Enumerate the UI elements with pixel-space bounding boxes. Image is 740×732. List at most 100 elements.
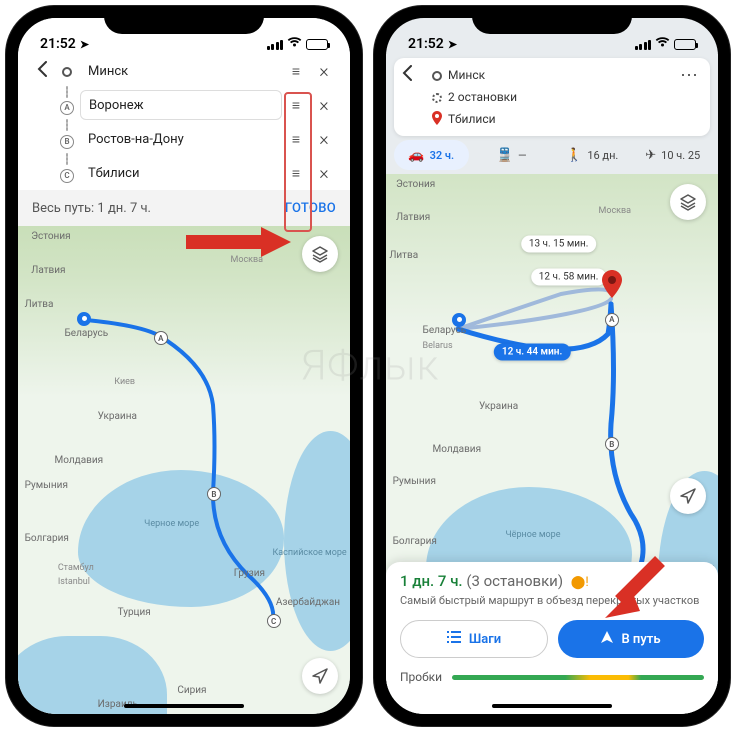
waypoint-marker-b[interactable]: B (605, 437, 619, 451)
cellular-icon (635, 40, 652, 50)
map-city-label: Киев (114, 377, 135, 387)
route-time-bubble-alt[interactable]: 12 ч. 58 мин. (531, 268, 607, 285)
mode-transit-duration: — (518, 149, 527, 162)
waypoint-marker-b[interactable]: B (207, 487, 221, 501)
plane-icon: ✈ (645, 148, 656, 163)
map-canvas[interactable]: Эстония Латвия Литва Москва Беларусь Bel… (386, 174, 718, 714)
map-layers-button[interactable] (670, 184, 706, 220)
car-icon: 🚗 (408, 148, 424, 163)
back-button[interactable] (402, 65, 426, 86)
home-indicator[interactable] (492, 704, 612, 708)
annotation-arrow (186, 224, 296, 260)
stops-count-label[interactable]: 2 остановки (448, 90, 702, 104)
map-country-label: Беларусь (423, 325, 467, 336)
location-services-icon: ➤ (80, 38, 89, 51)
screen-left: 21:52 ➤ (18, 18, 350, 714)
mode-walk-duration: 16 дн. (587, 149, 618, 162)
battery-icon (306, 39, 328, 50)
location-services-icon: ➤ (448, 38, 457, 51)
remove-stop-button[interactable]: × (310, 61, 338, 82)
wifi-icon (655, 37, 670, 52)
map-country-label: Латвия (31, 265, 65, 276)
origin-marker[interactable] (452, 313, 466, 327)
start-button-label: В путь (621, 632, 660, 647)
map-layers-button[interactable] (302, 236, 338, 272)
traffic-bar (452, 675, 704, 680)
navigate-icon (601, 631, 613, 647)
notch (472, 6, 632, 34)
status-time: 21:52 (408, 36, 444, 52)
drag-handle-icon[interactable]: ≡ (282, 165, 310, 182)
map-country-label: Эстония (396, 179, 435, 190)
map-country-label: Эстония (31, 231, 70, 242)
mode-walk-chip[interactable]: 🚶 16 дн. (555, 140, 630, 170)
origin-circle-icon (62, 67, 72, 77)
drag-handle-icon[interactable]: ≡ (282, 131, 310, 148)
map-country-label: Украина (479, 401, 518, 412)
mode-plane-duration: 10 ч. 25 (661, 149, 700, 162)
warning-icon: ⬤! (571, 575, 589, 590)
more-options-button[interactable]: ⋯ (676, 65, 702, 86)
stop-c-field[interactable]: Тбилиси (80, 158, 282, 188)
waypoint-marker-c[interactable]: C (267, 614, 281, 628)
remove-stop-button[interactable]: × (310, 129, 338, 150)
list-icon (447, 631, 461, 647)
phone-left: 21:52 ➤ (6, 6, 362, 726)
remove-stop-button[interactable]: × (310, 163, 338, 184)
destination-label[interactable]: Тбилиси (448, 112, 702, 126)
route-time-bubble-alt[interactable]: 13 ч. 15 мин. (521, 236, 597, 253)
destination-pin[interactable] (602, 270, 622, 304)
route-summary-card: Минск ⋯ 2 остановки Тбилиси (394, 58, 710, 136)
origin-marker[interactable] (77, 312, 91, 326)
stop-circle-icon: B (60, 135, 74, 149)
map-canvas[interactable]: Эстония Латвия Литва Беларусь Москва Кие… (18, 226, 350, 714)
origin-label[interactable]: Минск (448, 68, 676, 82)
status-time: 21:52 (40, 36, 76, 52)
travel-mode-bar: 🚗 32 ч. 🚆 — 🚶 16 дн. ✈ 10 ч. 25 (386, 136, 718, 170)
origin-field[interactable]: Минск (80, 56, 282, 86)
recenter-button[interactable] (670, 478, 706, 514)
mode-car-chip[interactable]: 🚗 32 ч. (394, 140, 469, 170)
map-country-label: Беларусь (64, 328, 108, 339)
traffic-label: Пробки (400, 670, 442, 684)
notch (104, 6, 264, 34)
route-editor-panel: Минск ≡ × A Воронеж ≡ × B Ро (18, 54, 350, 190)
cellular-icon (267, 40, 284, 50)
done-button[interactable]: ГОТОВО (285, 201, 336, 216)
origin-circle-icon (432, 71, 442, 81)
mode-car-duration: 32 ч. (430, 149, 455, 162)
drag-handle-icon[interactable]: ≡ (282, 97, 310, 114)
battery-icon (674, 39, 696, 50)
back-button[interactable] (30, 61, 54, 82)
stop-circle-icon: C (60, 169, 74, 183)
walk-icon: 🚶 (566, 148, 582, 163)
transit-icon: 🚆 (497, 148, 513, 163)
waypoint-marker-a[interactable]: A (605, 313, 619, 327)
phone-right: 21:52 ➤ Минск (374, 6, 730, 726)
total-duration-label: Весь путь: 1 дн. 7 ч. (32, 201, 151, 216)
map-country-label: Румыния (393, 476, 436, 487)
wifi-icon (287, 37, 302, 52)
mode-transit-chip[interactable]: 🚆 — (475, 140, 550, 170)
stop-a-field[interactable]: Воронеж (80, 90, 282, 120)
map-city-label: Istanbul (58, 577, 90, 587)
mode-plane-chip[interactable]: ✈ 10 ч. 25 (636, 140, 711, 170)
destination-pin-icon (426, 111, 448, 128)
map-country-label: Украина (98, 411, 137, 422)
route-time-bubble-main[interactable]: 12 ч. 44 мин. (494, 344, 570, 361)
map-country-label: Румыния (25, 480, 68, 491)
recenter-button[interactable] (302, 658, 338, 694)
map-city-label: Москва (598, 206, 631, 216)
home-indicator[interactable] (124, 704, 244, 708)
stop-b-field[interactable]: Ростов-на-Дону (80, 124, 282, 154)
annotation-arrow (590, 556, 670, 626)
drag-handle-icon[interactable]: ≡ (282, 63, 310, 80)
map-country-label: Молдавия (432, 444, 481, 455)
remove-stop-button[interactable]: × (310, 95, 338, 116)
map-city-label: Belarus (423, 341, 453, 351)
route-stop-row-origin: Минск ≡ × (24, 54, 344, 88)
steps-button[interactable]: Шаги (400, 620, 548, 658)
map-country-label: Сирия (177, 685, 206, 696)
stops-icon (432, 93, 442, 103)
waypoint-marker-a[interactable]: A (154, 331, 168, 345)
